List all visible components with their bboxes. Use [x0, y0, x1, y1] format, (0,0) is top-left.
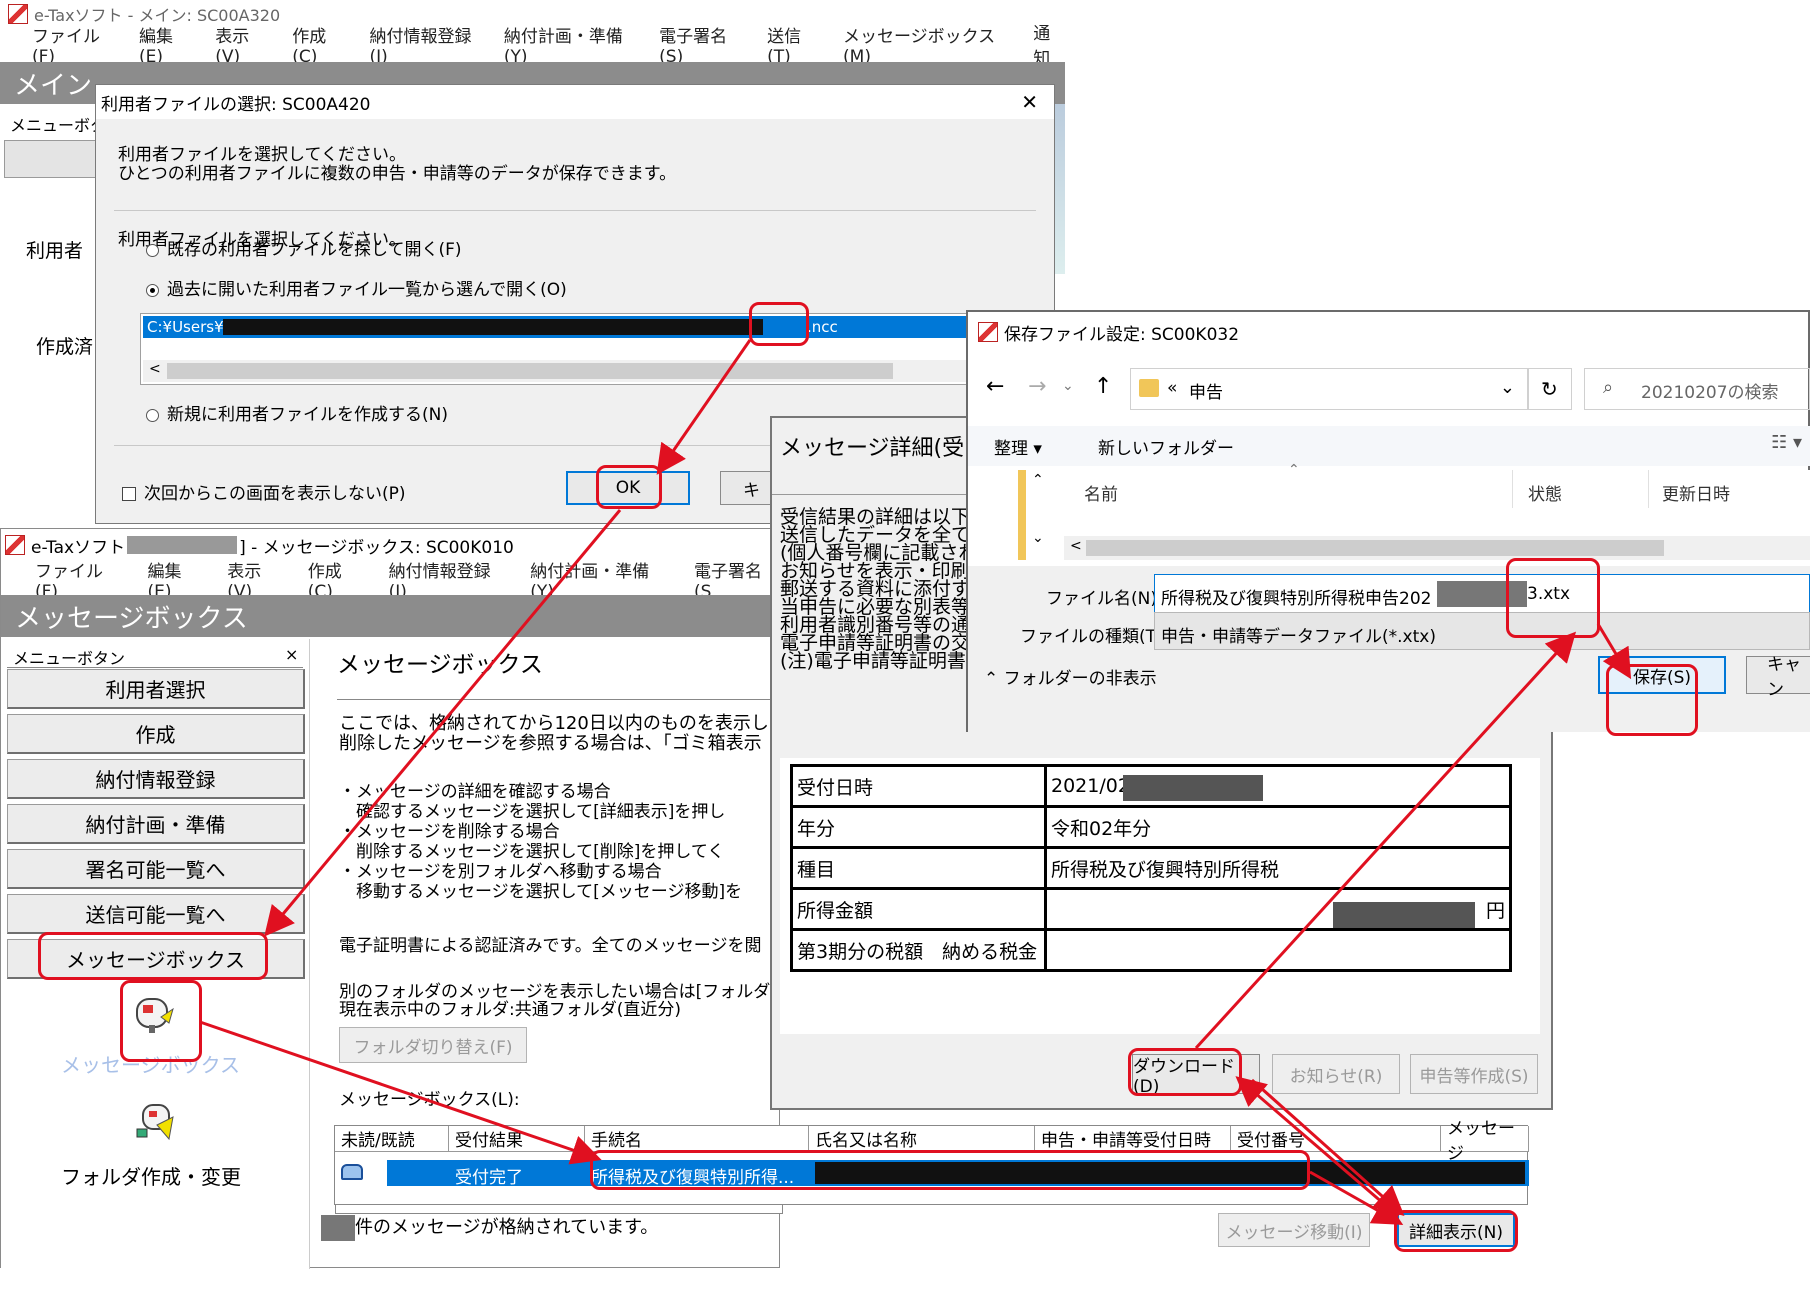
arrow-ok-to-menu: [264, 509, 622, 937]
arrow-filename-to-save: [1596, 623, 1632, 680]
annotation-arrows: [199, 339, 1632, 1225]
arrow-detail-to-download: [1235, 1076, 1399, 1218]
arrow-icon-to-row: [199, 1020, 602, 1165]
arrow-download-to-filename: [1194, 631, 1577, 1050]
arrow-ncc-to-ok: [656, 339, 752, 475]
arrow-download-return: [1251, 1078, 1405, 1216]
